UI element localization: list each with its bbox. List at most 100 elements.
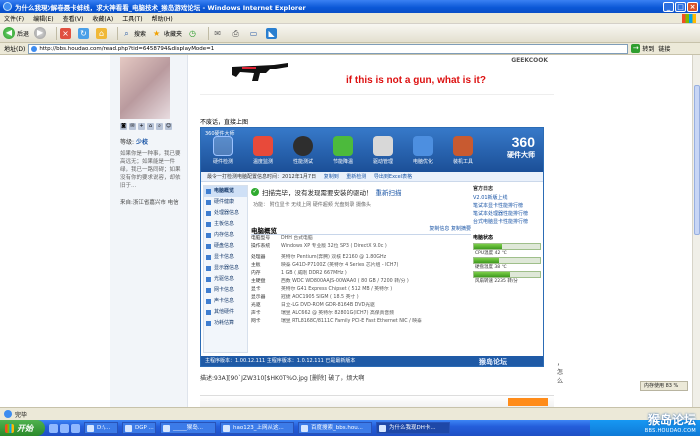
stop-button[interactable]: × — [60, 27, 73, 39]
tab-hardware-check[interactable]: 硬件检测 — [207, 136, 239, 165]
ad-banner[interactable] — [508, 398, 548, 406]
nav-item[interactable]: 光驱信息 — [204, 274, 247, 285]
tab-power-saving[interactable]: 节能降温 — [327, 136, 359, 165]
nav-item[interactable]: 功耗估算 — [204, 318, 247, 329]
task-button[interactable]: 百度搜索_bbs.hou... — [298, 422, 372, 434]
minimize-button[interactable]: _ — [663, 1, 674, 12]
task-button[interactable]: hao123_上网从这... — [220, 422, 294, 434]
feature-list: 功能： 附位显卡 无线上网 硬件超频 光盘刻录 摄像头 — [253, 202, 371, 208]
address-input[interactable]: http://bbs.houdao.com/read.php?tid=64587… — [28, 43, 629, 54]
messenger-button[interactable]: ◣ — [266, 27, 279, 39]
news-link[interactable]: 台式电脑显卡性能排行榜 — [473, 218, 541, 226]
forward-arrow-icon: ▶ — [34, 27, 47, 39]
message-icon[interactable]: ✉ — [129, 123, 136, 130]
search-button[interactable]: ⌕ 搜索 — [121, 28, 146, 39]
nav-item[interactable]: 显卡信息 — [204, 252, 247, 263]
user-action-icons: ◙ ✉ + ⌂ ⌕ ☺ — [120, 123, 172, 130]
menu-edit[interactable]: 编辑(E) — [33, 14, 53, 23]
task-button[interactable]: 为什么我现DH卡... — [376, 422, 450, 434]
go-arrow-icon: → — [631, 44, 641, 53]
avatar[interactable] — [120, 57, 170, 119]
profile-icon[interactable]: ◙ — [120, 123, 127, 130]
menu-tools[interactable]: 工具(T) — [122, 14, 142, 23]
nav-item[interactable]: 硬盘信息 — [204, 241, 247, 252]
star-icon: ★ — [152, 28, 161, 38]
nav-item[interactable]: 网卡信息 — [204, 285, 247, 296]
spec-value: 映泰 G41D-P7100Z (英特尔 4 Series 芯片组 - ICH7) — [281, 263, 399, 268]
history-button[interactable]: ◷ — [187, 28, 200, 39]
qq-icon[interactable]: ☺ — [165, 123, 172, 130]
spec-key: 网卡 — [251, 319, 261, 324]
news-title: 官方日志 — [473, 186, 494, 192]
user-signature: 如果你是一种事，我已要高远无；如果能是一件绿，我已一路同碍；如果没有你的要求说容… — [120, 151, 181, 189]
forward-button[interactable]: ▶ — [34, 27, 48, 39]
home-button[interactable]: ⌂ — [96, 27, 109, 39]
task-button[interactable]: DGP ... — [122, 422, 156, 434]
homepage-icon[interactable]: ⌂ — [147, 123, 154, 130]
meter-label: CPU温度 42 ℃ — [475, 251, 507, 256]
news-link[interactable]: 笔试本处理器性能排行榜 — [473, 210, 541, 218]
copy-info-links[interactable]: 复制信息 复制摘要 — [429, 225, 471, 234]
vertical-scrollbar[interactable] — [692, 55, 700, 407]
rescan-link[interactable]: 重新扫描 — [376, 187, 402, 197]
favorites-button[interactable]: ★ 收藏夹 — [151, 28, 182, 39]
nav-item[interactable]: 声卡信息 — [204, 296, 247, 307]
tab-performance[interactable]: 性能测试 — [287, 136, 319, 165]
copy-link[interactable]: 复制到 — [324, 174, 339, 180]
scroll-thumb[interactable] — [694, 85, 700, 235]
menu-file[interactable]: 文件(F) — [4, 14, 24, 23]
news-link[interactable]: V2.01新版上线 — [473, 194, 541, 202]
toolbar: ◀ 后退 ▶ × ↻ ⌂ ⌕ 搜索 ★ 收藏夹 ◷ ✉ ⎙ ▭ ◣ — [0, 24, 700, 43]
ie-icon — [3, 2, 12, 11]
close-button[interactable]: × — [687, 1, 698, 12]
toolbar-separator — [56, 26, 58, 40]
status-text: 完毕 — [15, 411, 28, 419]
spec-value: 日立-LG DVD-ROM GDR-8164B DVD光驱 — [281, 303, 375, 308]
tab-install-tools[interactable]: 装机工具 — [447, 136, 479, 165]
quick-launch-folder-icon[interactable] — [71, 423, 80, 433]
spec-key: 电脑型号 — [251, 236, 271, 241]
delete-link[interactable]: [删除] 破了，烦大啊 — [310, 375, 365, 382]
tab-temperature[interactable]: 温度监测 — [247, 136, 279, 165]
search-posts-icon[interactable]: ⌕ — [156, 123, 163, 130]
spec-key: 处理器 — [251, 255, 266, 260]
edit-button[interactable]: ▭ — [248, 28, 261, 39]
nav-item[interactable]: 内存信息 — [204, 230, 247, 241]
meter-bar — [473, 257, 541, 264]
quick-launch-desktop-icon[interactable] — [60, 423, 69, 433]
export-link[interactable]: 导出到Excel表格 — [374, 174, 412, 180]
news-link[interactable]: 笔试本显卡性能排行榜 — [473, 202, 541, 210]
task-button[interactable]: D:\... — [84, 422, 118, 434]
meter-fill — [474, 244, 502, 249]
status-meter: 硬盘温度 38 ℃ — [473, 257, 541, 270]
app-main: ✓ 扫描完毕，没有发现需要安装的驱动！ 重新扫描 功能： 附位显卡 无线上网 硬… — [251, 185, 471, 353]
tab-optimize[interactable]: 电脑优化 — [407, 136, 439, 165]
nav-item[interactable]: 其他硬件 — [204, 307, 247, 318]
nav-item[interactable]: 电脑概览 — [204, 186, 247, 197]
links-button[interactable]: 链接 — [658, 44, 670, 53]
toolbar-separator — [208, 26, 210, 40]
quick-launch-ie-icon[interactable] — [49, 423, 58, 433]
nav-item[interactable]: 硬件健康 — [204, 197, 247, 208]
add-friend-icon[interactable]: + — [138, 123, 145, 130]
menu-help[interactable]: 帮助(H) — [152, 14, 173, 23]
nav-item[interactable]: 处理器信息 — [204, 208, 247, 219]
refresh-button[interactable]: ↻ — [78, 27, 91, 39]
signature-banner: GEEKCOOK if this is not a gun, what is i… — [200, 55, 554, 95]
spec-row: 处理器 英特尔 Pentium(奔腾) 双核 E2160 @ 1.80GHz — [251, 254, 471, 262]
start-button[interactable]: 开始 — [0, 420, 45, 436]
go-button[interactable]: → 转到 — [631, 44, 654, 53]
print-button[interactable]: ⎙ — [230, 28, 243, 39]
menu-view[interactable]: 查看(V) — [63, 14, 84, 23]
task-button[interactable]: _____猴岛... — [160, 422, 216, 434]
meter-label: 风扇转速 2235 转/分 — [475, 279, 518, 284]
nav-item[interactable]: 主板信息 — [204, 219, 247, 230]
back-button[interactable]: ◀ 后退 — [3, 27, 29, 39]
recheck-link[interactable]: 重新检测 — [346, 174, 366, 180]
menu-favorites[interactable]: 收藏(A) — [92, 14, 113, 23]
nav-item[interactable]: 显示器信息 — [204, 263, 247, 274]
maximize-button[interactable]: □ — [675, 1, 686, 12]
tab-drivers[interactable]: 驱动管理 — [367, 136, 399, 165]
mail-button[interactable]: ✉ — [212, 28, 225, 39]
gear-icon — [373, 136, 393, 156]
